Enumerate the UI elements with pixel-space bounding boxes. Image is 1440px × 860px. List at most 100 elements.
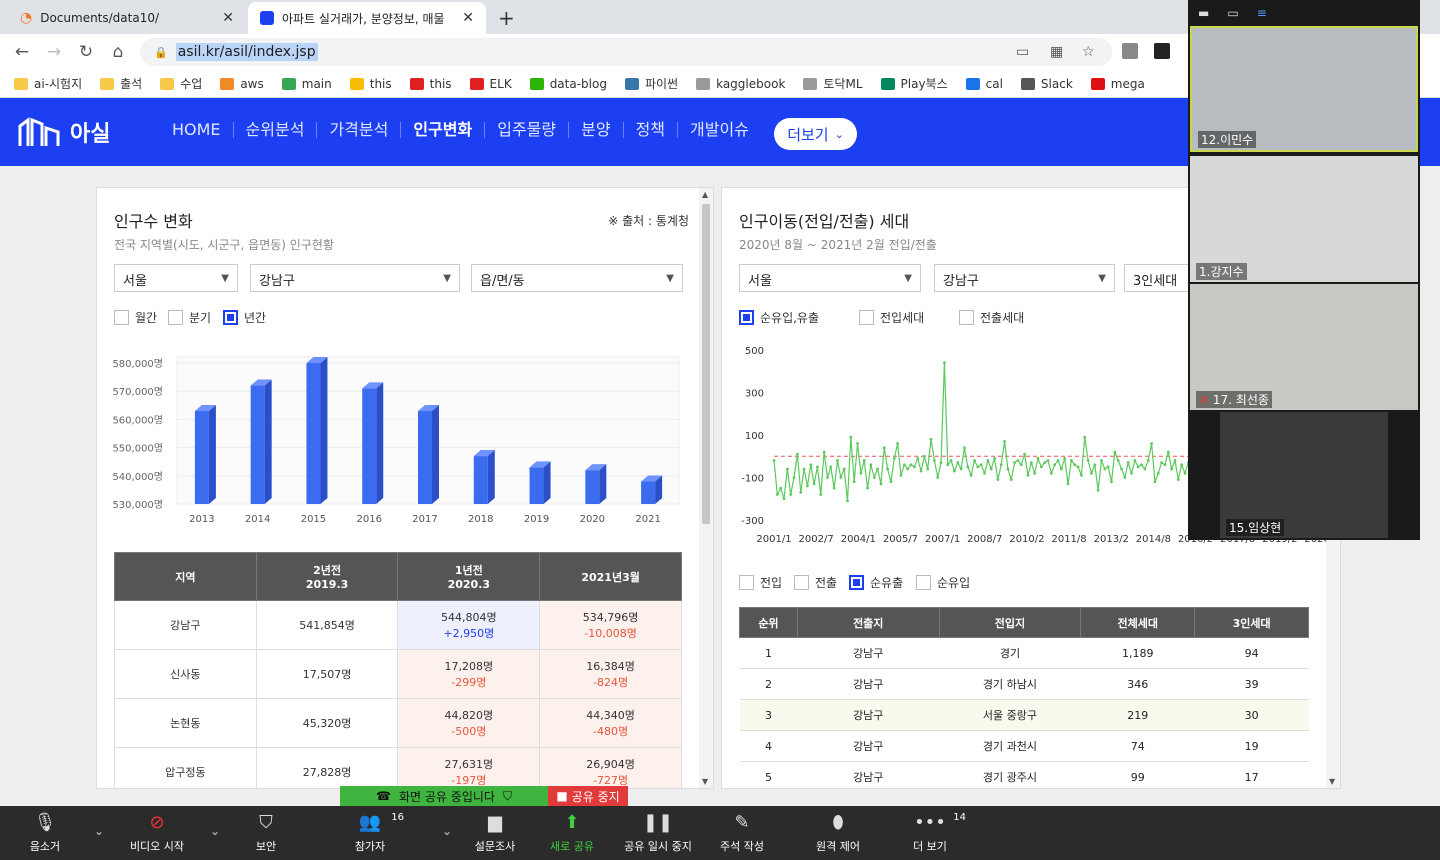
filter-netin-checkbox[interactable]: 순유입 (916, 574, 970, 591)
filter-in-checkbox[interactable]: 전입 (739, 574, 782, 591)
video-tile[interactable]: ✕ 17. 최선종 (1190, 284, 1418, 410)
table-row[interactable]: 5 강남구 경기 광주시 99 17 (739, 761, 1309, 788)
sido-select[interactable]: 서울 ▼ (739, 264, 921, 292)
bookmark-item[interactable]: main (281, 77, 332, 91)
video-tile[interactable]: 1.강지수 (1190, 156, 1418, 282)
bookmark-item[interactable]: Play북스 (880, 75, 948, 92)
minimize-icon[interactable]: ▬ (1198, 6, 1209, 20)
left-scrollbar[interactable]: ▲ ▼ (699, 188, 713, 788)
table-row[interactable]: 논현동 45,320명 44,820명 -500명 44,340명 -480명 (114, 698, 682, 748)
sigungu-select[interactable]: 강남구 ▼ (250, 264, 460, 292)
stop-share-button[interactable]: ■ 공유 중지 (548, 786, 628, 806)
sharing-indicator[interactable]: ☎ 화면 공유 중입니다 ⛉ (340, 786, 548, 806)
chevron-up-icon[interactable]: ⌄ (94, 824, 104, 838)
nav-home[interactable]: HOME (172, 122, 233, 138)
url-field[interactable]: 🔒 asil.kr/asil/index.jsp ▭ ▦ ☆ (140, 38, 1112, 66)
video-tile[interactable]: 12.이민수 (1190, 26, 1418, 152)
period-yearly-checkbox[interactable]: 년간 (223, 309, 266, 326)
calendar-ext-icon[interactable] (1122, 43, 1138, 59)
new-tab-icon[interactable]: + (498, 6, 515, 30)
annotate-button[interactable]: ✎ 주석 작성 (716, 806, 768, 860)
close-icon[interactable]: ✕ (462, 10, 474, 26)
period-quarterly-checkbox[interactable]: 분기 (168, 309, 211, 326)
table-row[interactable]: 3 강남구 서울 중랑구 219 30 (739, 699, 1309, 731)
table-row[interactable]: 4 강남구 경기 과천시 74 19 (739, 730, 1309, 762)
gallery-icon[interactable]: ▭ (1227, 6, 1238, 20)
chevron-up-icon[interactable]: ⌄ (210, 824, 220, 838)
bookmark-item[interactable]: Slack (1020, 77, 1073, 91)
table-row[interactable]: 1 강남구 경기 1,189 94 (739, 637, 1309, 669)
bookmark-item[interactable]: ai-시험지 (14, 75, 82, 92)
x-tick-label: 2011/8 (1051, 534, 1086, 545)
forward-icon[interactable]: → (38, 42, 70, 62)
more-button[interactable]: 더보기 ⌄ (774, 118, 857, 150)
bookmark-item[interactable]: this (349, 77, 392, 91)
scroll-thumb[interactable] (702, 204, 710, 524)
bookmark-item[interactable]: 수업 (160, 75, 202, 92)
bookmark-item[interactable]: this (409, 77, 452, 91)
bookmark-item[interactable]: ELK (469, 77, 512, 91)
bookmark-item[interactable]: kagglebook (696, 77, 785, 91)
data-point (846, 499, 849, 503)
cast-icon[interactable]: ▭ (1016, 44, 1029, 60)
table-row[interactable]: 압구정동 27,828명 27,631명 -197명 26,904명 -727명 (114, 747, 682, 788)
nav-price[interactable]: 가격분석 (316, 122, 400, 138)
data-point (922, 454, 926, 458)
nav-policy[interactable]: 정책 (622, 122, 677, 138)
home-icon[interactable]: ⌂ (102, 42, 134, 62)
mic-icon: 🎙 (33, 812, 57, 833)
nav-presale[interactable]: 분양 (568, 122, 622, 138)
filter-out-checkbox[interactable]: 전출 (794, 574, 837, 591)
period-monthly-checkbox[interactable]: 월간 (114, 309, 157, 326)
mute-button[interactable]: 🎙 음소거 (22, 806, 68, 860)
nav-population[interactable]: 인구변화 (400, 122, 484, 138)
bookmark-item[interactable]: cal (965, 77, 1003, 91)
sigungu-select[interactable]: 강남구 ▼ (934, 264, 1115, 292)
table-row[interactable]: 강남구 541,854명 544,804명 +2,950명 534,796명 -10… (114, 600, 682, 650)
terminal-ext-icon[interactable] (1154, 43, 1170, 59)
sido-select[interactable]: 서울 ▼ (114, 264, 238, 292)
data-point (1033, 471, 1037, 475)
video-tile[interactable]: 15.임상현 (1220, 412, 1388, 538)
scroll-down-icon[interactable]: ▼ (702, 777, 708, 786)
nav-development[interactable]: 개발이슈 (677, 122, 761, 138)
back-icon[interactable]: ← (6, 42, 38, 62)
nav-supply[interactable]: 입주물량 (484, 122, 568, 138)
pause-share-button[interactable]: ❚❚ 공유 일시 중지 (620, 806, 696, 860)
remote-control-button[interactable]: ⬮ 원격 제어 (812, 806, 864, 860)
tab-asil[interactable]: 아파트 실거래가, 분양정보, 매물 ✕ (248, 2, 486, 34)
site-logo[interactable]: 아실 (18, 116, 110, 148)
more-options-button[interactable]: ••• 더 보기 14 (908, 806, 966, 860)
bookmark-item[interactable]: mega (1090, 77, 1145, 91)
scroll-down-icon[interactable]: ▼ (1329, 777, 1335, 786)
participants-button[interactable]: 👥 참가자 16 (350, 806, 404, 860)
chevron-up-icon[interactable]: ⌄ (442, 824, 452, 838)
bookmark-item[interactable]: 파이썬 (624, 75, 678, 92)
bookmark-item[interactable]: aws (220, 77, 264, 91)
table-row[interactable]: 신사동 17,507명 17,208명 -299명 16,384명 -824명 (114, 649, 682, 699)
speaker-view-icon[interactable]: ≡ (1257, 6, 1267, 20)
reload-icon[interactable]: ↻ (70, 42, 102, 62)
bookmark-item[interactable]: data-blog (529, 77, 607, 91)
legend-net-checkbox[interactable]: 순유입,유출 (739, 309, 819, 326)
tab-documents[interactable]: ◔ Documents/data10/ ✕ (8, 2, 246, 34)
qr-icon[interactable]: ▦ (1050, 44, 1063, 60)
data-point (819, 493, 823, 496)
filter-netout-checkbox[interactable]: 순유출 (849, 574, 903, 591)
close-icon[interactable]: ✕ (222, 10, 234, 26)
start-video-button[interactable]: ⊘ 비디오 시작 (122, 806, 192, 860)
star-icon[interactable]: ☆ (1082, 44, 1095, 60)
scroll-up-icon[interactable]: ▲ (702, 190, 708, 199)
table-row[interactable]: 2 강남구 경기 하남시 346 39 (739, 668, 1309, 700)
data-point (1053, 463, 1057, 467)
nav-ranking[interactable]: 순위분석 (232, 122, 317, 138)
poll-button[interactable]: ▆ 설문조사 (470, 806, 520, 860)
security-button[interactable]: ⛉ 보안 (246, 806, 286, 860)
dong-select[interactable]: 읍/면/동 ▼ (471, 264, 683, 292)
legend-out-checkbox[interactable]: 전출세대 (959, 309, 1024, 326)
data-point (856, 442, 859, 445)
bookmark-item[interactable]: 토닥ML (803, 75, 863, 92)
bookmark-item[interactable]: 출석 (100, 75, 142, 92)
legend-in-checkbox[interactable]: 전입세대 (859, 309, 924, 326)
new-share-button[interactable]: ⬆ 새로 공유 (544, 806, 600, 860)
